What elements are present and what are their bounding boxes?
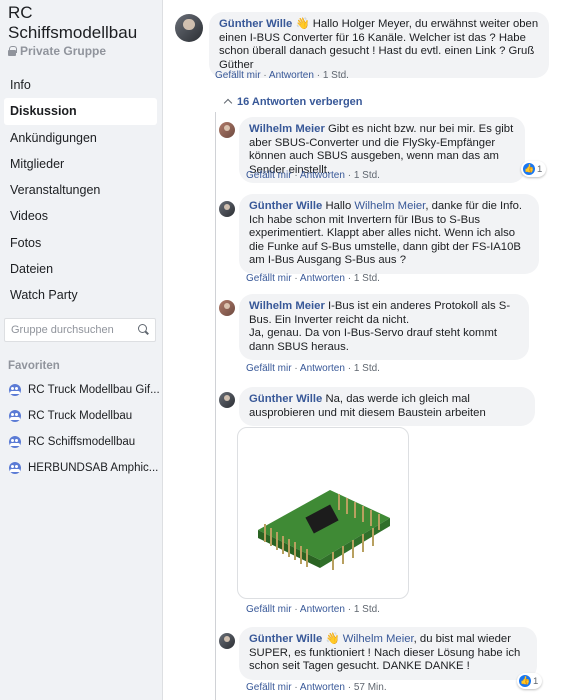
reply-time[interactable]: 1 Std. xyxy=(354,273,380,284)
reply-author[interactable]: Günther Wille xyxy=(249,200,322,212)
reply-text-prefix: Hallo xyxy=(325,200,355,212)
reply-time[interactable]: 1 Std. xyxy=(354,363,380,374)
lock-icon xyxy=(8,46,17,56)
favorite-item[interactable]: RC Truck Modellbau Gif... xyxy=(0,377,163,403)
group-nav: Info Diskussion Ankündigungen Mitglieder… xyxy=(0,72,163,309)
avatar[interactable] xyxy=(219,122,235,138)
reply-author[interactable]: Günther Wille xyxy=(249,633,322,645)
reaction-badge[interactable]: 👍 1 xyxy=(517,673,543,689)
reply-button[interactable]: Antworten xyxy=(269,70,314,81)
favorite-item[interactable]: RC Truck Modellbau xyxy=(0,403,163,429)
favorite-label: RC Truck Modellbau Gif... xyxy=(28,384,160,396)
favorites-heading: Favoriten xyxy=(8,360,60,372)
thumbs-up-icon: 👍 xyxy=(519,675,531,687)
avatar[interactable] xyxy=(219,392,235,408)
reply-actions: Gefällt mir · Antworten · 1 Std. xyxy=(246,170,380,181)
avatar[interactable] xyxy=(219,300,235,316)
reply-button[interactable]: Antworten xyxy=(300,363,345,374)
like-button[interactable]: Gefällt mir xyxy=(215,70,261,81)
nav-item-veranstaltungen[interactable]: Veranstaltungen xyxy=(0,177,163,203)
wave-hand-icon: 👋 xyxy=(295,18,310,30)
nav-item-fotos[interactable]: Fotos xyxy=(0,230,163,256)
reply-bubble: Günther Wille 👋 Wilhelm Meier, du bist m… xyxy=(239,627,537,680)
pin-header-icon xyxy=(258,490,390,570)
mention-link[interactable]: Wilhelm Meier xyxy=(343,633,414,645)
group-icon xyxy=(9,384,21,396)
reply-bubble: Günther Wille Na, das werde ich gleich m… xyxy=(239,387,535,426)
reply-actions: Gefällt mir · Antworten · 1 Std. xyxy=(246,604,380,615)
favorite-label: RC Schiffsmodellbau xyxy=(28,436,136,448)
reply-button[interactable]: Antworten xyxy=(300,604,345,615)
reply-button[interactable]: Antworten xyxy=(300,682,345,693)
reply-bubble: Wilhelm Meier I-Bus ist ein anderes Prot… xyxy=(239,294,529,360)
nav-item-watch-party[interactable]: Watch Party xyxy=(0,282,163,308)
reply-actions: Gefällt mir · Antworten · 1 Std. xyxy=(246,273,380,284)
group-privacy-label: Private Gruppe xyxy=(20,44,107,58)
attached-photo[interactable] xyxy=(237,427,409,599)
mention-link[interactable]: Wilhelm Meier xyxy=(354,200,425,212)
favorite-label: RC Truck Modellbau xyxy=(28,410,133,422)
comment-author[interactable]: Günther Wille xyxy=(219,18,292,30)
receiver-board-image xyxy=(258,490,390,570)
reply-bubble: Günther Wille Hallo Wilhelm Meier, danke… xyxy=(239,194,539,274)
reaction-count: 1 xyxy=(537,163,543,175)
group-privacy: Private Gruppe xyxy=(8,44,106,58)
like-button[interactable]: Gefällt mir xyxy=(246,604,292,615)
favorites-list: RC Truck Modellbau Gif... RC Truck Model… xyxy=(0,377,163,481)
like-button[interactable]: Gefällt mir xyxy=(246,170,292,181)
group-search-input[interactable]: Gruppe durchsuchen xyxy=(4,318,156,342)
reply-actions: Gefällt mir · Antworten · 1 Std. xyxy=(246,363,380,374)
like-button[interactable]: Gefällt mir xyxy=(246,682,292,693)
nav-item-dateien[interactable]: Dateien xyxy=(0,256,163,282)
nav-item-videos[interactable]: Videos xyxy=(0,203,163,229)
reply-time[interactable]: 1 Std. xyxy=(354,170,380,181)
wave-hand-icon: 👋 xyxy=(325,633,340,645)
reaction-badge[interactable]: 👍 1 xyxy=(521,161,547,177)
reply-text-line2: Ja, genau. Da von I-Bus-Servo drauf steh… xyxy=(249,327,498,353)
favorite-label: HERBUNDSAB Amphic... xyxy=(28,462,159,474)
nav-item-info[interactable]: Info xyxy=(0,72,163,98)
favorite-item[interactable]: RC Schiffsmodellbau xyxy=(0,429,163,455)
thumbs-up-icon: 👍 xyxy=(523,163,535,175)
like-button[interactable]: Gefällt mir xyxy=(246,273,292,284)
group-icon xyxy=(9,462,21,474)
comment-thread: Günther Wille 👋 Hallo Holger Meyer, du e… xyxy=(163,0,573,700)
avatar[interactable] xyxy=(219,633,235,649)
reply-author[interactable]: Wilhelm Meier xyxy=(249,300,325,312)
reply-time[interactable]: 1 Std. xyxy=(354,604,380,615)
reaction-count: 1 xyxy=(533,675,539,687)
reply-time[interactable]: 57 Min. xyxy=(354,682,387,693)
reply-button[interactable]: Antworten xyxy=(300,273,345,284)
hide-replies-toggle[interactable]: 16 Antworten verbergen xyxy=(223,96,363,108)
hide-replies-label: 16 Antworten verbergen xyxy=(237,96,363,108)
search-placeholder: Gruppe durchsuchen xyxy=(11,324,114,336)
comment-bubble: Günther Wille 👋 Hallo Holger Meyer, du e… xyxy=(209,12,549,78)
thread-connector xyxy=(215,112,216,700)
group-icon xyxy=(9,410,21,422)
comment-actions: Gefällt mir · Antworten · 1 Std. xyxy=(215,70,349,81)
avatar[interactable] xyxy=(175,14,203,42)
group-sidebar: RC Schiffsmodellbau Private Gruppe Info … xyxy=(0,0,163,700)
avatar[interactable] xyxy=(219,201,235,217)
nav-item-ankuendigungen[interactable]: Ankündigungen xyxy=(0,125,163,151)
reply-button[interactable]: Antworten xyxy=(300,170,345,181)
group-icon xyxy=(9,436,21,448)
nav-item-mitglieder[interactable]: Mitglieder xyxy=(0,151,163,177)
chevron-up-icon xyxy=(223,98,233,108)
reply-author[interactable]: Günther Wille xyxy=(249,393,322,405)
favorite-item[interactable]: HERBUNDSAB Amphic... xyxy=(0,455,163,481)
reply-author[interactable]: Wilhelm Meier xyxy=(249,123,325,135)
nav-item-diskussion[interactable]: Diskussion xyxy=(4,98,157,125)
group-title[interactable]: RC Schiffsmodellbau xyxy=(8,3,158,43)
reply-actions: Gefällt mir · Antworten · 57 Min. xyxy=(246,682,387,693)
comment-time[interactable]: 1 Std. xyxy=(323,70,349,81)
like-button[interactable]: Gefällt mir xyxy=(246,363,292,374)
search-icon[interactable] xyxy=(138,324,149,335)
